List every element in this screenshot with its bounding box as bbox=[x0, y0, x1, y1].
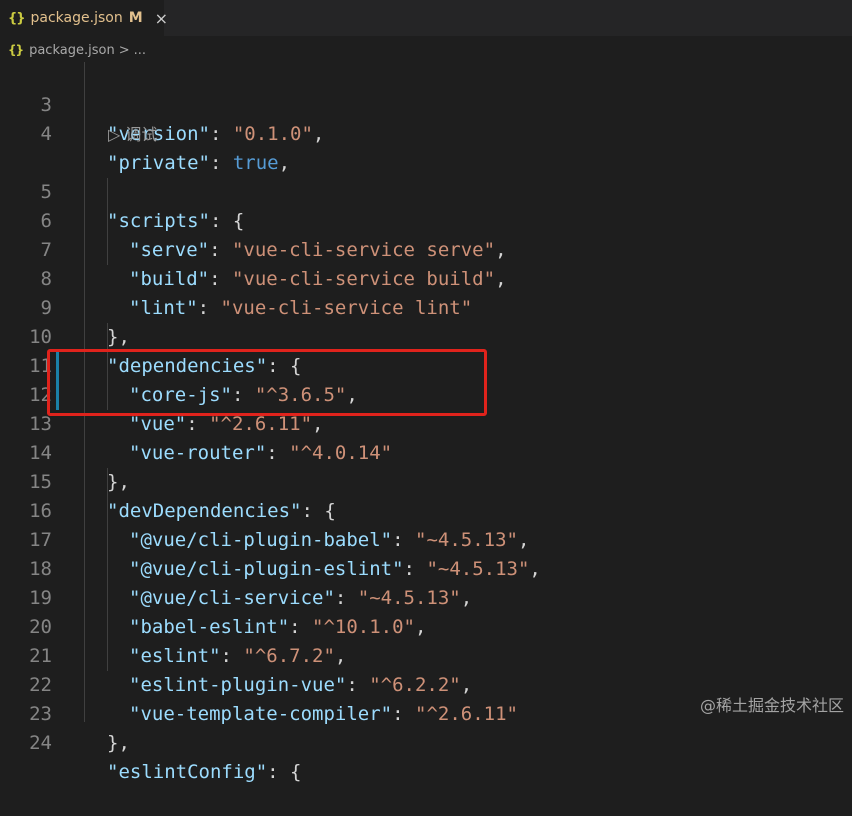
code-line: 11 "core-js": "^3.6.5", bbox=[0, 323, 852, 406]
code-line: 7 "build": "vue-cli-service build", bbox=[0, 207, 852, 290]
code-line: 9 }, bbox=[0, 265, 852, 348]
code-line: 5 "scripts": { bbox=[0, 149, 852, 232]
code-line: 19 "babel-eslint": "^10.1.0", bbox=[0, 555, 852, 638]
line-number: 4 bbox=[40, 123, 52, 145]
code-line: 4 "private": true, bbox=[0, 91, 852, 174]
json-file-icon: {} bbox=[8, 43, 24, 57]
code-line: 10 "dependencies": { bbox=[0, 294, 852, 377]
code-line: 21 "eslint-plugin-vue": "^6.2.2", bbox=[0, 613, 852, 696]
close-icon[interactable]: × bbox=[155, 9, 168, 28]
tab-bar: {} package.json M × bbox=[0, 0, 852, 36]
tab-package-json[interactable]: {} package.json M × bbox=[0, 0, 168, 36]
json-string: "0.1.0" bbox=[232, 123, 313, 145]
code-line: 8 "lint": "vue-cli-service lint" bbox=[0, 236, 852, 319]
line-number: 24 bbox=[29, 732, 52, 754]
code-line: 16 "@vue/cli-plugin-babel": "~4.5.13", bbox=[0, 468, 852, 551]
json-key: "eslintConfig" bbox=[107, 761, 268, 783]
code-line: 18 "@vue/cli-service": "~4.5.13", bbox=[0, 526, 852, 609]
modified-badge: M bbox=[128, 10, 143, 26]
breadcrumb: {} package.json > ... bbox=[0, 36, 852, 64]
code-line: 6 "serve": "vue-cli-service serve", bbox=[0, 178, 852, 261]
code-line: 20 "eslint": "^6.7.2", bbox=[0, 584, 852, 667]
code-line: 15 "devDependencies": { bbox=[0, 439, 852, 522]
code-line: 3 "version": "0.1.0", bbox=[0, 62, 852, 145]
code-line: 22 "vue-template-compiler": "^2.6.11" bbox=[0, 642, 852, 725]
watermark: @稀土掘金技术社区 bbox=[699, 696, 844, 715]
tab-filename: package.json bbox=[30, 10, 123, 26]
json-file-icon: {} bbox=[8, 10, 25, 26]
chevron-right-icon: > bbox=[118, 42, 130, 58]
code-line: 17 "@vue/cli-plugin-eslint": "~4.5.13", bbox=[0, 497, 852, 580]
annotation-highlight-box bbox=[47, 349, 487, 416]
debug-codelens[interactable]: ▷ 调试 bbox=[108, 120, 157, 149]
breadcrumb-file[interactable]: package.json bbox=[29, 43, 115, 58]
breadcrumb-symbol[interactable]: ... bbox=[134, 43, 146, 58]
